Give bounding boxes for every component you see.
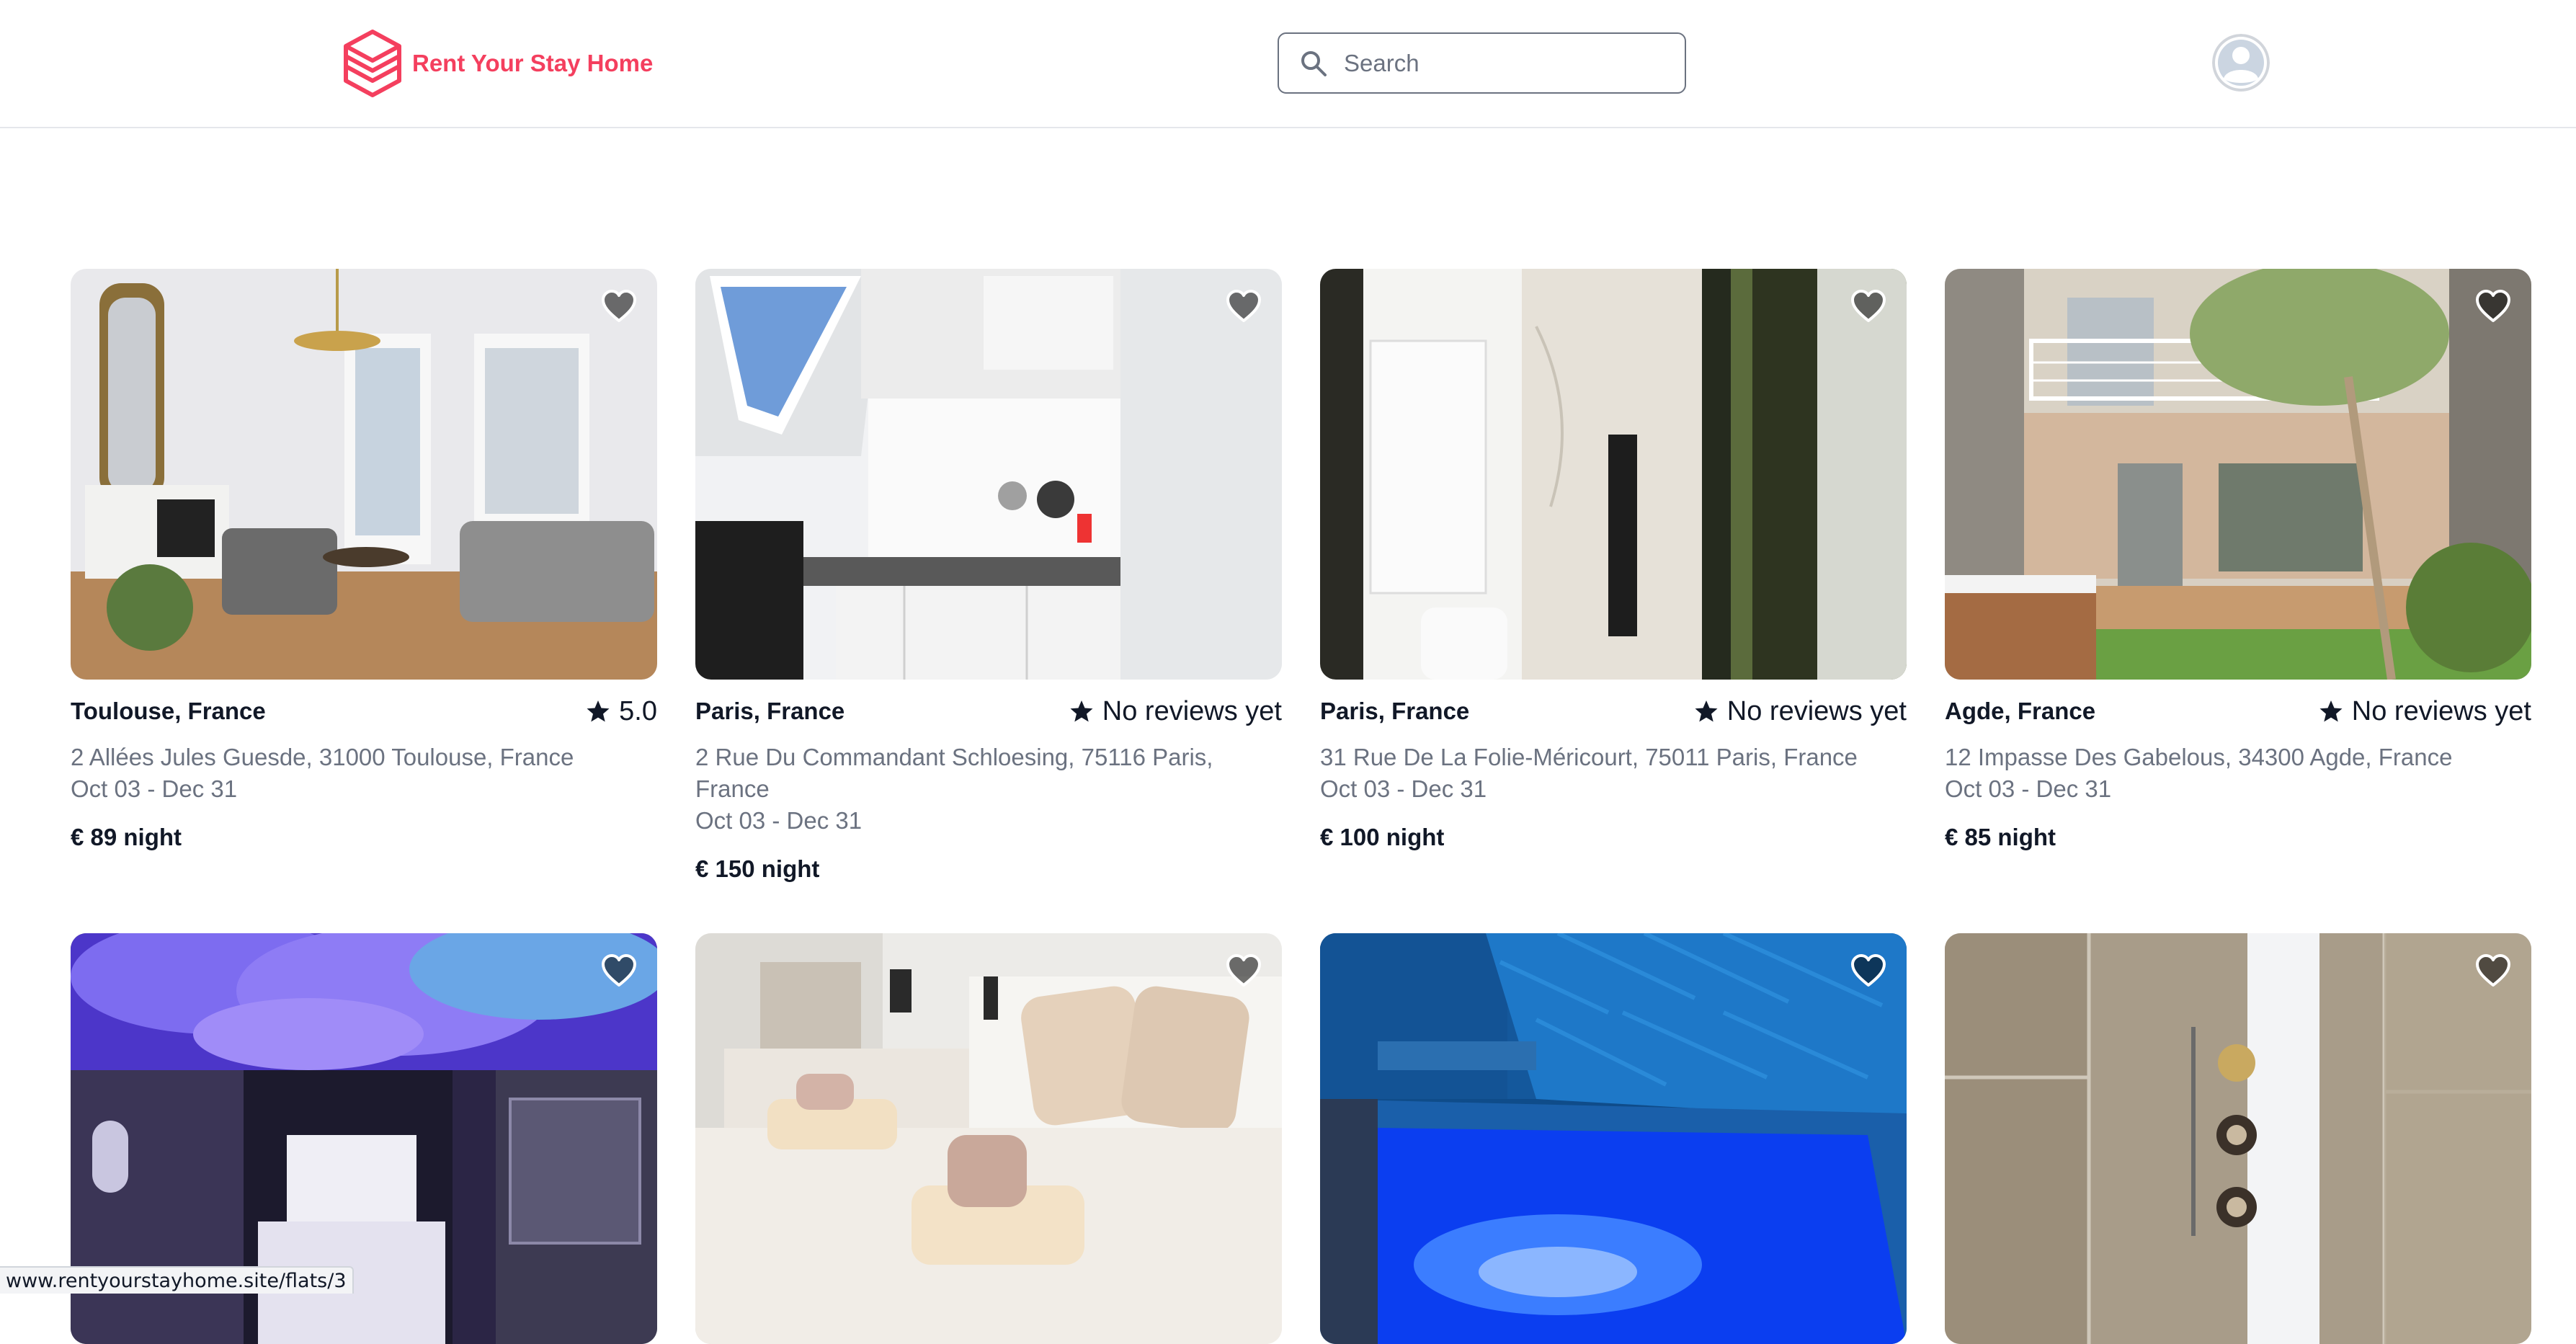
listing-rating: No reviews yet [2319,696,2531,727]
listing-dates: Oct 03 - Dec 31 [1320,773,1907,805]
star-icon [2319,699,2343,724]
listing-card[interactable]: Toulouse, France 5.0 2 Allées Jules Gues… [71,269,657,883]
listing-photo[interactable] [1945,933,2531,1344]
star-icon [1694,699,1719,724]
listing-location: Toulouse, France [71,698,266,725]
listings-grid: Toulouse, France 5.0 2 Allées Jules Gues… [71,269,2531,1344]
search-input[interactable] [1344,50,1661,77]
heart-icon[interactable] [1226,289,1262,324]
listing-photo[interactable] [71,269,657,680]
shower-photo [1945,933,2531,1344]
terrace-photo [1945,269,2531,680]
heart-icon[interactable] [2475,289,2511,324]
listing-address: 31 Rue De La Folie-Méricourt, 75011 Pari… [1320,742,1907,773]
star-icon [586,699,610,724]
bedroom-photo [695,933,1282,1344]
user-avatar-icon[interactable] [2212,34,2270,92]
heart-icon[interactable] [601,289,637,324]
listing-card[interactable]: Paris, France No reviews yet 2 Rue Du Co… [695,269,1282,883]
listing-location: Paris, France [695,698,844,725]
listing-photo[interactable] [1320,933,1907,1344]
heart-icon[interactable] [2475,953,2511,988]
listing-dates: Oct 03 - Dec 31 [695,805,1282,837]
listing-photo[interactable] [1320,269,1907,680]
search-icon [1299,49,1328,78]
top-navbar: Rent Your Stay Home [0,0,2576,128]
listing-card[interactable] [695,933,1282,1344]
heart-icon[interactable] [1850,953,1886,988]
listing-dates: Oct 03 - Dec 31 [71,773,657,805]
listing-photo[interactable] [695,933,1282,1344]
rating-value: No reviews yet [2352,696,2531,727]
listing-location: Paris, France [1320,698,1469,725]
listing-rating: 5.0 [586,696,657,727]
listing-price: € 89 night [71,824,657,851]
listing-price: € 100 night [1320,824,1907,851]
listing-photo[interactable] [695,269,1282,680]
rating-value: No reviews yet [1102,696,1282,727]
living-room-photo [71,269,657,680]
listing-rating: No reviews yet [1694,696,1907,727]
kitchen-photo [695,269,1282,680]
heart-icon[interactable] [1226,953,1262,988]
listing-address: 2 Rue Du Commandant Schloesing, 75116 Pa… [695,742,1282,805]
star-icon [1069,699,1094,724]
rating-value: 5.0 [619,696,657,727]
brand-logo[interactable]: Rent Your Stay Home [340,27,653,99]
listing-address: 2 Allées Jules Guesde, 31000 Toulouse, F… [71,742,657,773]
layered-cube-icon [340,27,405,99]
heart-icon[interactable] [601,953,637,988]
listing-card[interactable] [1945,933,2531,1344]
listing-dates: Oct 03 - Dec 31 [1945,773,2531,805]
listing-price: € 150 night [695,855,1282,883]
blue-bathtub-photo [1320,933,1907,1344]
listing-address: 12 Impasse Des Gabelous, 34300 Agde, Fra… [1945,742,2531,773]
link-status-bar: www.rentyourstayhome.site/flats/3 [0,1266,354,1294]
listing-card[interactable]: Agde, France No reviews yet 12 Impasse D… [1945,269,2531,883]
listing-photo[interactable] [1945,269,2531,680]
search-bar[interactable] [1278,32,1686,94]
listing-rating: No reviews yet [1069,696,1282,727]
brand-name: Rent Your Stay Home [412,50,653,77]
listing-card[interactable]: Paris, France No reviews yet 31 Rue De L… [1320,269,1907,883]
listing-price: € 85 night [1945,824,2531,851]
heart-icon[interactable] [1850,289,1886,324]
listing-location: Agde, France [1945,698,2095,725]
listing-card[interactable] [1320,933,1907,1344]
rating-value: No reviews yet [1727,696,1907,727]
bathroom-photo [1320,269,1907,680]
